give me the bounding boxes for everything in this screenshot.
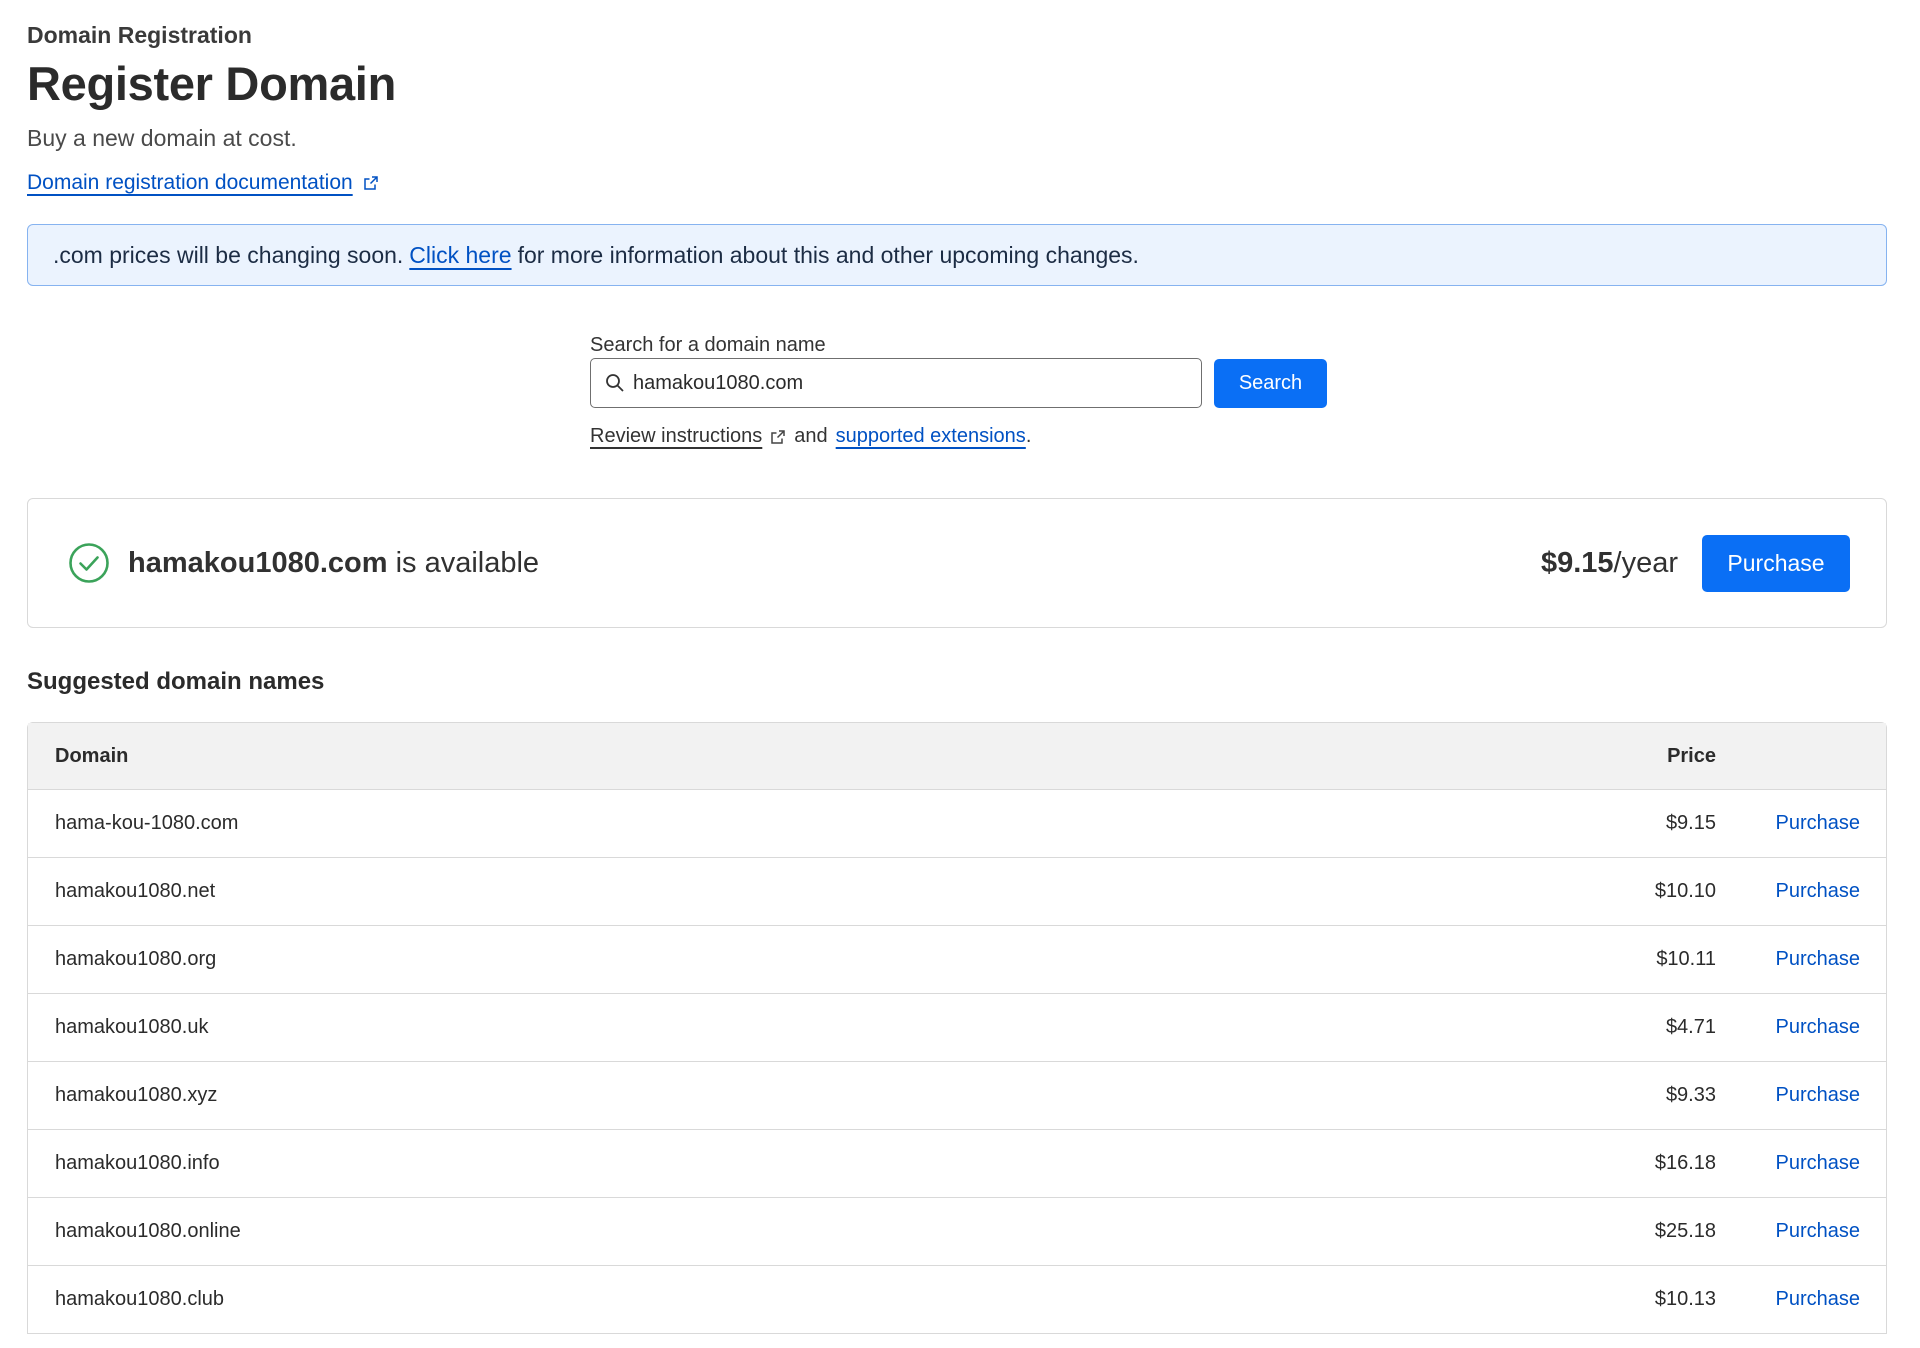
row-domain: hamakou1080.uk — [55, 1016, 209, 1038]
table-row: hamakou1080.org $10.11 Purchase — [28, 926, 1886, 994]
row-purchase-link[interactable]: Purchase — [1776, 1152, 1861, 1174]
domain-search: Search for a domain name Search Review i… — [590, 334, 1330, 448]
row-action: Purchase — [1716, 1084, 1886, 1107]
search-input[interactable] — [633, 371, 1173, 395]
row-purchase-link[interactable]: Purchase — [1776, 1084, 1861, 1106]
result-actions: $9.15/year Purchase — [1541, 534, 1850, 592]
help-end: . — [1025, 425, 1032, 447]
help-and: and — [794, 425, 828, 447]
result-price-unit: /year — [1613, 546, 1678, 579]
supported-extensions-link[interactable]: supported extensions — [836, 425, 1026, 448]
suggestions-title: Suggested domain names — [27, 668, 325, 695]
row-purchase-link[interactable]: Purchase — [1776, 1288, 1861, 1310]
banner-text-before: .com prices will be changing soon. — [53, 241, 404, 268]
check-circle-icon — [69, 543, 109, 583]
table-row: hamakou1080.online $25.18 Purchase — [28, 1198, 1886, 1266]
purchase-button[interactable]: Purchase — [1702, 534, 1850, 592]
banner-text-after: for more information about this and othe… — [517, 241, 1139, 268]
row-action: Purchase — [1716, 1016, 1886, 1039]
row-price: $9.33 — [1665, 1084, 1716, 1106]
row-price: $25.18 — [1654, 1220, 1716, 1242]
column-header-price: Price — [1667, 744, 1716, 767]
search-field[interactable] — [590, 358, 1202, 408]
table-body: hama-kou-1080.com $9.15 Purchase hamakou108… — [28, 790, 1886, 1334]
search-row: Search — [590, 358, 1330, 408]
table-row: hama-kou-1080.com $9.15 Purchase — [28, 790, 1886, 858]
row-domain: hamakou1080.club — [55, 1288, 225, 1310]
row-domain: hamakou1080.info — [55, 1152, 220, 1174]
column-header-domain: Domain — [55, 744, 129, 767]
row-domain: hamakou1080.net — [55, 880, 216, 902]
table-row: hamakou1080.uk $4.71 Purchase — [28, 994, 1886, 1062]
row-domain: hama-kou-1080.com — [55, 812, 239, 834]
result-price-amount: $9.15 — [1540, 546, 1614, 579]
row-domain: hamakou1080.xyz — [55, 1084, 218, 1106]
table-row: hamakou1080.net $10.10 Purchase — [28, 858, 1886, 926]
documentation-link-label: Domain registration documentation — [27, 171, 353, 194]
row-domain: hamakou1080.online — [55, 1220, 241, 1242]
row-domain: hamakou1080.org — [55, 948, 217, 970]
page-title: Register Domain — [27, 57, 396, 110]
info-banner: .com prices will be changing soon. Click… — [27, 224, 1887, 286]
row-action: Purchase — [1716, 1220, 1886, 1243]
row-purchase-link[interactable]: Purchase — [1776, 948, 1861, 970]
result-price: $9.15/year — [1541, 547, 1678, 580]
result-domain: hamakou1080.com — [128, 546, 388, 579]
availability-text: hamakou1080.com is available — [128, 547, 539, 580]
row-purchase-link[interactable]: Purchase — [1776, 1220, 1861, 1242]
row-action: Purchase — [1716, 948, 1886, 971]
row-purchase-link[interactable]: Purchase — [1776, 1016, 1861, 1038]
table-row: hamakou1080.club $10.13 Purchase — [28, 1266, 1886, 1334]
availability-result: hamakou1080.com is available $9.15/year … — [27, 498, 1887, 628]
banner-link[interactable]: Click here — [409, 242, 511, 269]
page: Domain Registration Register Domain Buy … — [0, 0, 1920, 1348]
row-action: Purchase — [1716, 1152, 1886, 1175]
external-link-icon — [771, 429, 786, 444]
row-action: Purchase — [1716, 812, 1886, 835]
external-link-icon — [363, 176, 378, 190]
search-button[interactable]: Search — [1214, 358, 1327, 408]
review-instructions-link[interactable]: Review instructions — [590, 425, 762, 448]
row-purchase-link[interactable]: Purchase — [1776, 812, 1861, 834]
row-purchase-link[interactable]: Purchase — [1776, 880, 1861, 902]
documentation-link[interactable]: Domain registration documentation — [27, 171, 379, 195]
search-icon — [606, 374, 624, 392]
row-price: $4.71 — [1665, 1016, 1716, 1038]
search-help: Review instructions and supported extensi… — [590, 425, 1330, 448]
row-price: $9.15 — [1665, 812, 1716, 834]
table-header: Domain Price — [28, 723, 1886, 790]
search-label: Search for a domain name — [590, 334, 826, 356]
row-price: $10.11 — [1656, 948, 1716, 970]
row-price: $10.10 — [1654, 880, 1716, 902]
page-subtitle: Buy a new domain at cost. — [27, 125, 297, 151]
row-price: $10.13 — [1654, 1288, 1716, 1310]
row-action: Purchase — [1716, 1288, 1886, 1311]
table-row: hamakou1080.xyz $9.33 Purchase — [28, 1062, 1886, 1130]
row-action: Purchase — [1716, 880, 1886, 903]
suggestions-table: Domain Price hama-kou-1080.com $9.15 Purch… — [27, 722, 1887, 1334]
result-status: is available — [395, 546, 540, 579]
breadcrumb: Domain Registration — [27, 22, 252, 48]
row-price: $16.18 — [1654, 1152, 1716, 1174]
table-row: hamakou1080.info $16.18 Purchase — [28, 1130, 1886, 1198]
